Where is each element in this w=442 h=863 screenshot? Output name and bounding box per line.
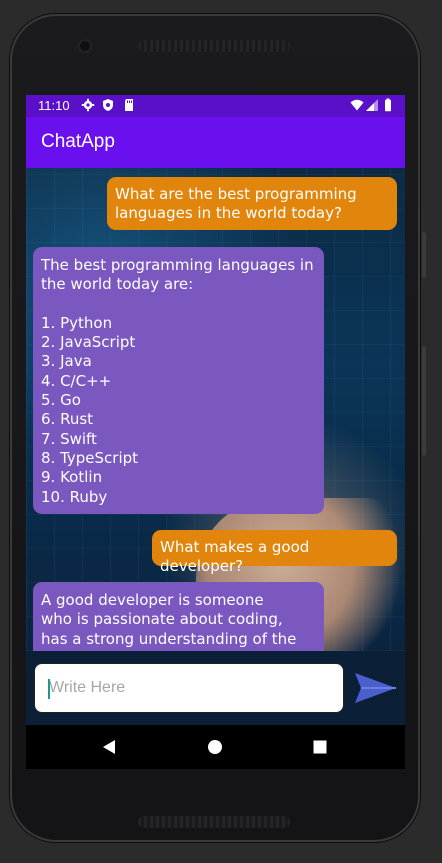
chat-list[interactable]: What are the best programming languages … bbox=[26, 168, 405, 651]
send-arrow-icon[interactable] bbox=[354, 671, 398, 705]
power-button bbox=[422, 232, 426, 278]
back-icon[interactable] bbox=[100, 737, 120, 757]
system-nav-bar bbox=[26, 725, 405, 769]
home-icon[interactable] bbox=[205, 737, 225, 757]
recents-icon[interactable] bbox=[310, 737, 330, 757]
signal-icon bbox=[366, 99, 378, 111]
bot-message: The best programming languages in the wo… bbox=[33, 247, 324, 514]
status-bar: 11:10 bbox=[26, 95, 405, 117]
app-title: ChatApp bbox=[41, 131, 115, 152]
device-screen: 11:10 ChatApp What are the best programm… bbox=[26, 95, 405, 769]
volume-button bbox=[422, 346, 426, 456]
sd-card-icon bbox=[125, 99, 133, 111]
user-message: What makes a good developer? bbox=[152, 530, 397, 575]
status-time: 11:10 bbox=[38, 98, 70, 113]
user-message: What are the best programming languages … bbox=[107, 177, 397, 230]
bot-message: A good developer is someone who is passi… bbox=[33, 582, 324, 651]
composer-bar bbox=[26, 651, 405, 725]
message-input[interactable] bbox=[35, 664, 343, 712]
text-cursor bbox=[48, 679, 50, 699]
wifi-icon bbox=[350, 99, 364, 111]
bottom-speaker bbox=[138, 816, 290, 828]
gear-icon bbox=[81, 98, 95, 112]
app-bar: ChatApp bbox=[26, 117, 405, 168]
front-camera bbox=[80, 41, 90, 51]
battery-icon bbox=[385, 98, 391, 112]
message-input-box[interactable] bbox=[34, 663, 344, 713]
shield-icon bbox=[103, 99, 113, 111]
earpiece-speaker bbox=[138, 40, 290, 52]
